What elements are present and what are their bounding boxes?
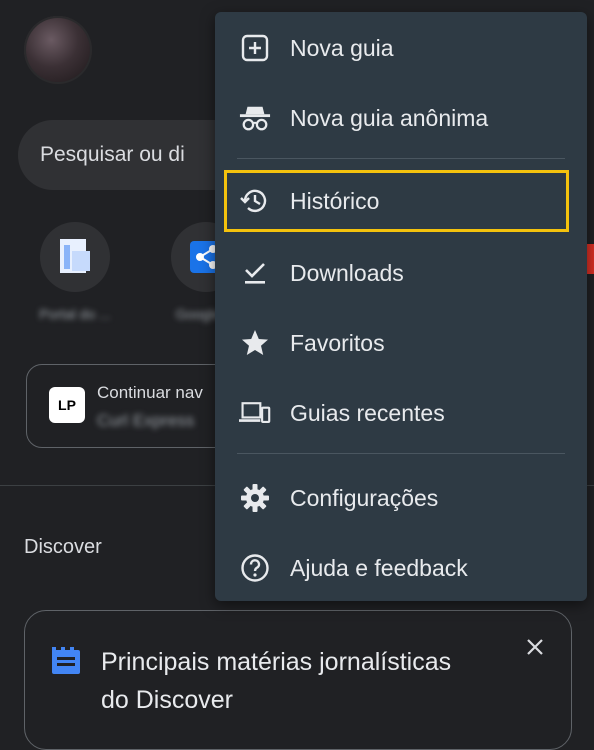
help-icon: [239, 552, 271, 584]
menu-item-downloads[interactable]: Downloads: [215, 242, 587, 304]
menu-divider: [237, 453, 565, 454]
continue-title: Continuar nav: [97, 383, 203, 402]
menu-item-label: Downloads: [290, 259, 404, 286]
history-icon: [239, 185, 271, 217]
menu-item-bookmarks[interactable]: Favoritos: [215, 312, 587, 374]
menu-item-label: Guias recentes: [290, 399, 445, 426]
menu-divider: [237, 158, 565, 159]
menu-item-new-incognito-tab[interactable]: Nova guia anônima: [215, 87, 587, 149]
menu-item-recent-tabs[interactable]: Guias recentes: [215, 382, 587, 444]
menu-item-settings[interactable]: Configurações: [215, 467, 587, 529]
news-icon: [51, 647, 81, 680]
close-icon[interactable]: [523, 635, 547, 664]
shortcut-icon: [40, 222, 110, 292]
menu-item-label: Ajuda e feedback: [290, 554, 468, 581]
incognito-icon: [239, 102, 271, 134]
shortcut-partial-icon: [586, 244, 594, 274]
menu-item-help-feedback[interactable]: Ajuda e feedback: [215, 537, 587, 599]
menu-item-label: Nova guia anônima: [290, 104, 489, 131]
continue-subtitle: Curl Express: [97, 411, 195, 430]
search-placeholder: Pesquisar ou di: [40, 143, 185, 166]
menu-item-label: Histórico: [290, 187, 380, 214]
overflow-menu: Nova guia Nova guia anônima Histórico Do…: [215, 12, 587, 601]
discover-card-title: Principais matérias jornalísticas do Dis…: [101, 648, 452, 714]
site-logo: LP: [49, 387, 85, 423]
gear-icon: [239, 482, 271, 514]
discover-heading: Discover: [24, 536, 102, 558]
menu-item-label: Favoritos: [290, 329, 385, 356]
menu-item-label: Configurações: [290, 484, 439, 511]
devices-icon: [239, 397, 271, 429]
star-icon: [239, 327, 271, 359]
shortcut-tile-1[interactable]: Portal do ...: [15, 222, 135, 322]
download-check-icon: [239, 257, 271, 289]
menu-item-history[interactable]: Histórico: [224, 170, 569, 232]
discover-card[interactable]: Principais matérias jornalísticas do Dis…: [24, 610, 572, 750]
plus-box-icon: [239, 32, 271, 64]
shortcut-label: Portal do ...: [39, 306, 111, 322]
menu-item-label: Nova guia: [290, 34, 394, 61]
avatar[interactable]: [24, 16, 92, 84]
menu-item-new-tab[interactable]: Nova guia: [215, 17, 587, 79]
